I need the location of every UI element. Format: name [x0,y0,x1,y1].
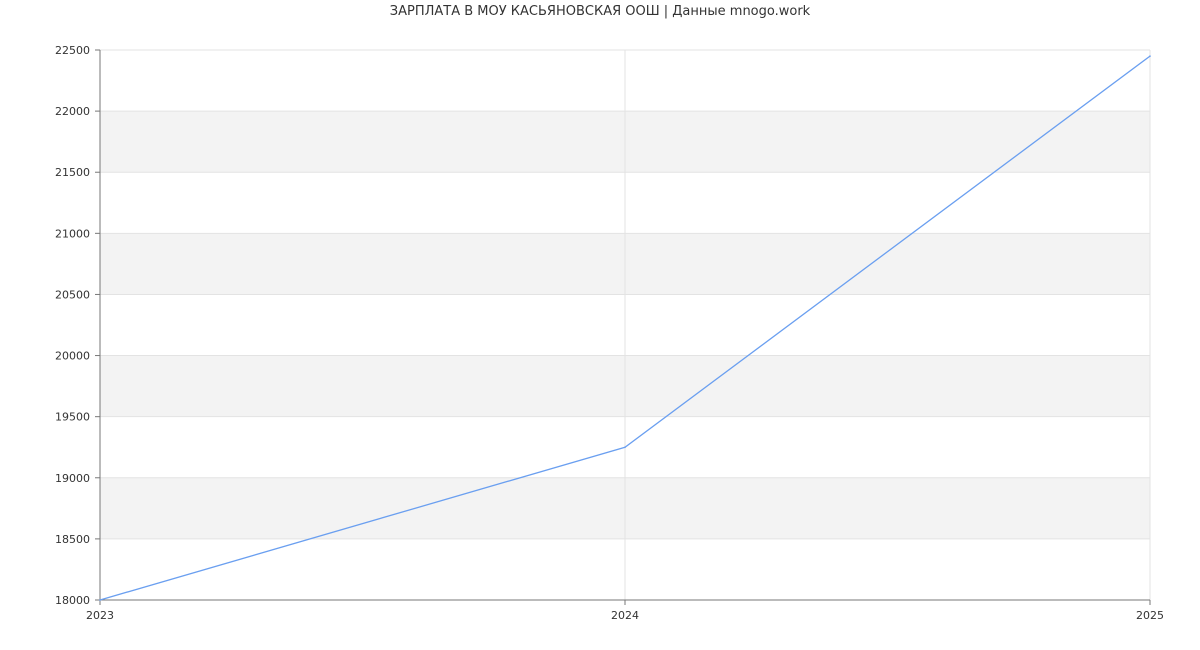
y-tick-labels: 18000 18500 19000 19500 20000 20500 21000 21500… [55,44,90,607]
y-tick-label: 19000 [55,472,90,485]
y-tick-label: 21000 [55,227,90,240]
data-point [624,446,626,449]
x-tick-label: 2025 [1136,609,1164,622]
line-chart: 18000 18500 19000 19500 20000 20500 21000 21500… [55,44,1164,622]
y-tick-label: 22000 [55,105,90,118]
x-tick-label: 2024 [611,609,639,622]
y-tick-label: 20500 [55,288,90,301]
y-tick-label: 22500 [55,44,90,57]
y-tick-label: 18500 [55,533,90,546]
data-point [1149,55,1151,57]
y-tick-label: 21500 [55,166,90,179]
x-tick-labels: 2023 2024 2025 [86,609,1164,622]
y-tick-label: 18000 [55,594,90,607]
data-point [99,599,101,601]
x-tick-label: 2023 [86,609,114,622]
y-tick-label: 20000 [55,350,90,363]
y-tick-label: 19500 [55,411,90,424]
